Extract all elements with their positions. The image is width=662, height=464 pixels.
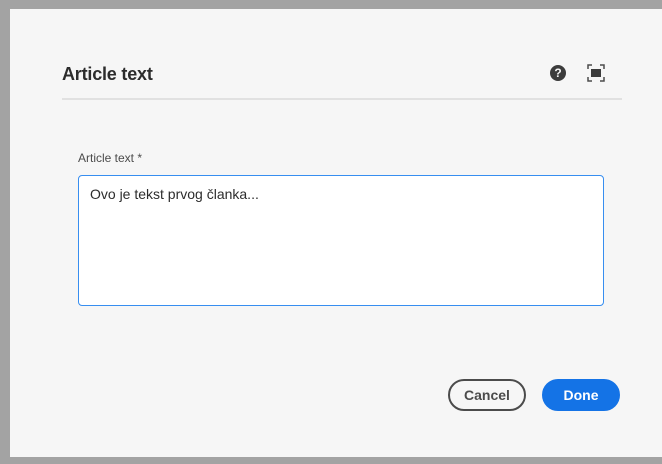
fullscreen-icon[interactable] bbox=[587, 64, 605, 82]
dialog-header: Article text ? bbox=[62, 61, 622, 99]
dialog-title: Article text bbox=[62, 64, 153, 84]
article-text-dialog: Article text ? Article text * Ovo je tek… bbox=[10, 9, 662, 457]
help-icon[interactable]: ? bbox=[550, 65, 566, 81]
header-divider bbox=[62, 98, 622, 100]
article-text-label: Article text * bbox=[78, 151, 143, 165]
done-button[interactable]: Done bbox=[542, 379, 620, 411]
cancel-button[interactable]: Cancel bbox=[448, 379, 526, 411]
article-text-input[interactable]: Ovo je tekst prvog članka... bbox=[78, 175, 604, 306]
